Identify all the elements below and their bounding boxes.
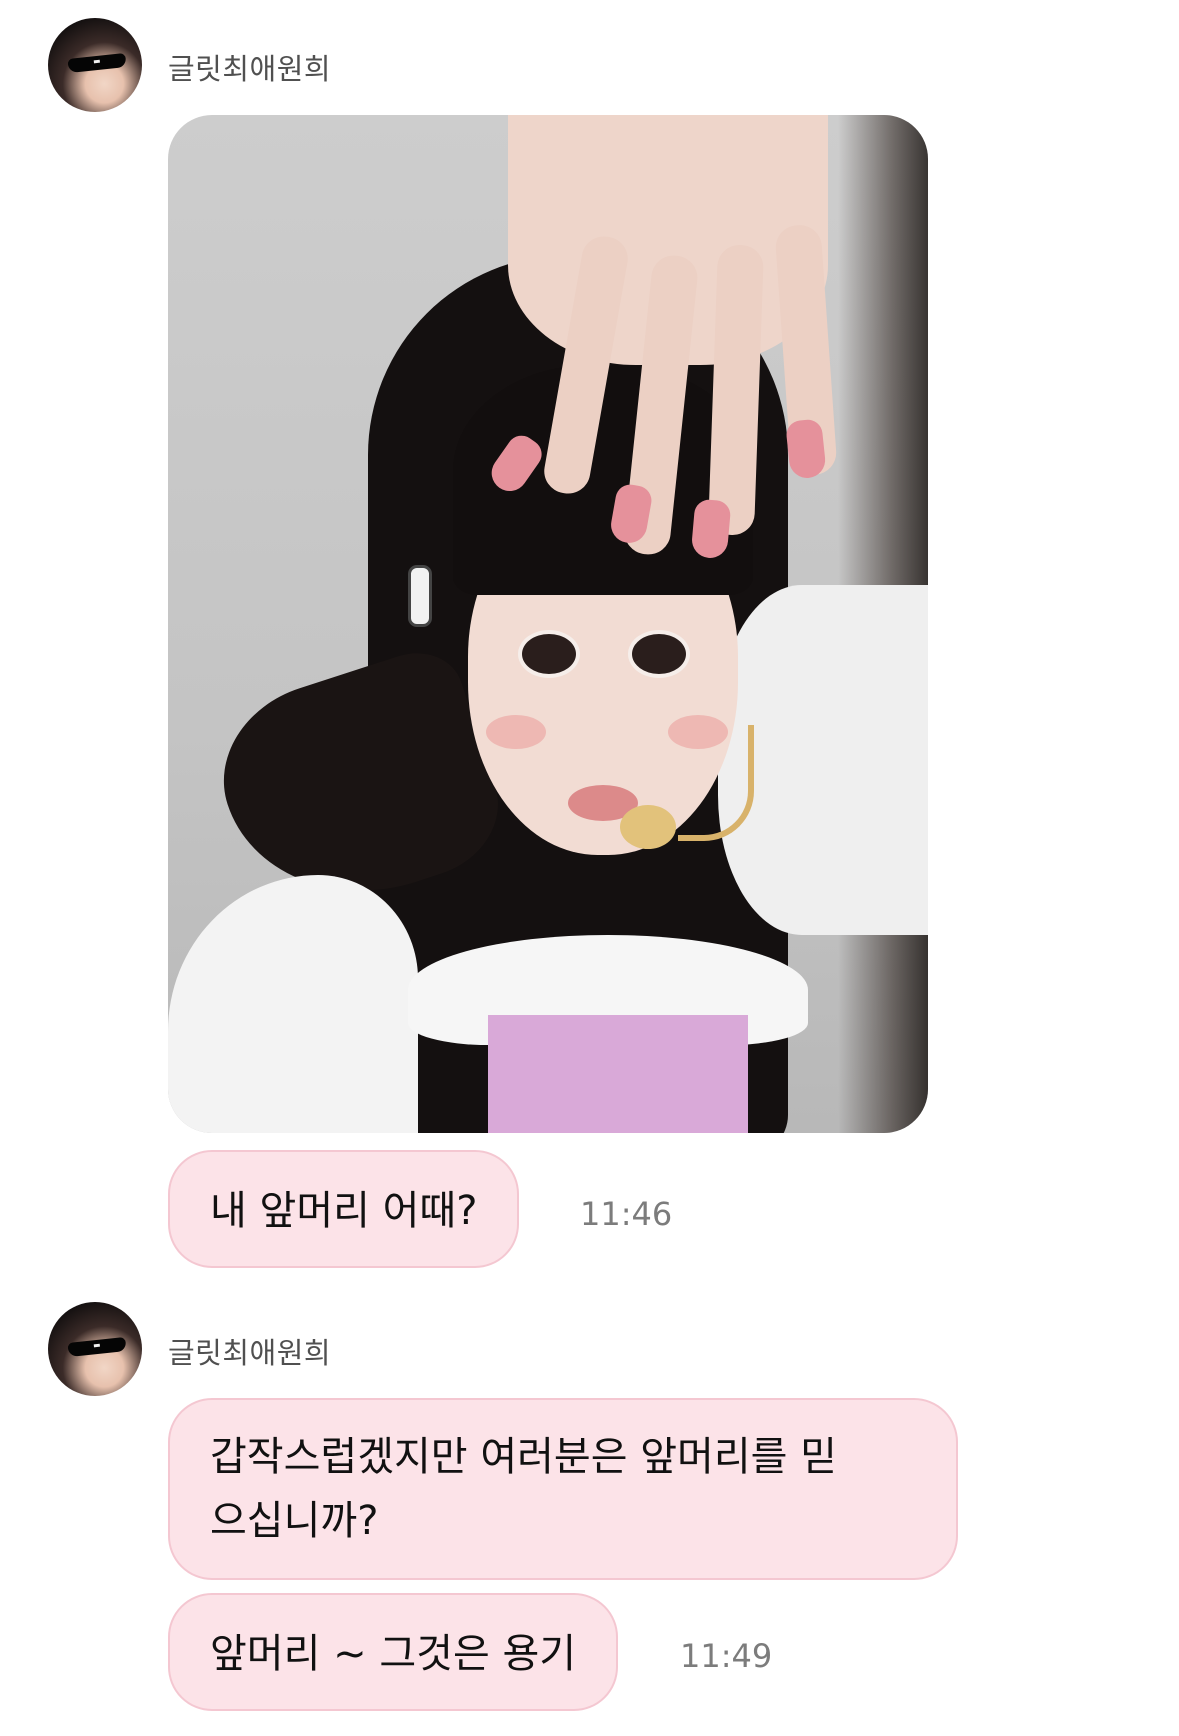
sender-name: 글릿최애원희 (168, 1336, 332, 1370)
message-photo[interactable] (168, 115, 928, 1133)
photo-shirt-sleeve-left (168, 875, 418, 1133)
message-timestamp: 11:49 (680, 1637, 773, 1675)
message-bubble[interactable]: 갑작스럽겠지만 여러분은 앞머리를 믿 으십니까? (168, 1398, 958, 1580)
sender-name: 글릿최애원희 (168, 52, 332, 86)
photo-mic-head (620, 805, 676, 849)
message-text: 앞머리 ~ 그것은 용기 (210, 1631, 577, 1677)
message-text-line: 으십니까? (210, 1498, 379, 1544)
sender-avatar[interactable] (48, 18, 142, 112)
photo-eye-right (628, 630, 690, 678)
photo-nail (785, 418, 827, 480)
photo-eye-left (518, 630, 580, 678)
photo-pink-top (488, 1015, 748, 1133)
message-text-line: 갑작스럽겠지만 여러분은 앞머리를 믿 (210, 1434, 837, 1480)
photo-blush-left (486, 715, 546, 749)
message-timestamp: 11:46 (580, 1195, 673, 1233)
message-bubble[interactable]: 앞머리 ~ 그것은 용기 (168, 1593, 619, 1711)
message-text: 내 앞머리 어때? (210, 1188, 478, 1234)
sunglasses-icon (67, 53, 127, 73)
sunglasses-icon (67, 1337, 127, 1357)
message-bubble[interactable]: 내 앞머리 어때? (168, 1150, 520, 1268)
photo-earpiece (408, 565, 432, 627)
sender-avatar[interactable] (48, 1302, 142, 1396)
